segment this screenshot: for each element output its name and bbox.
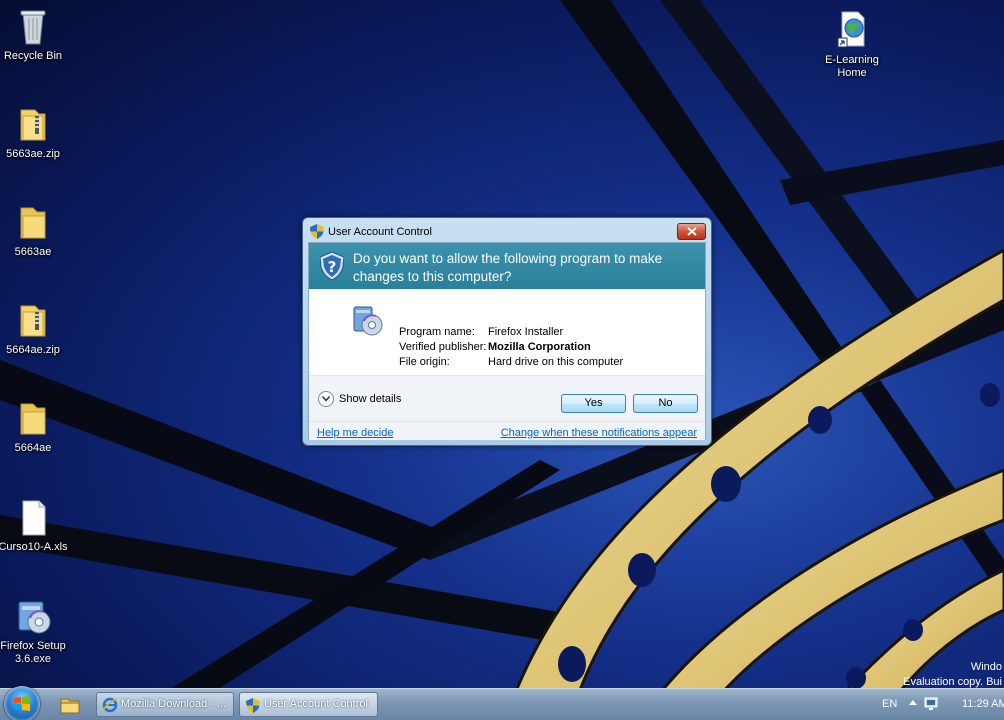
- uac-titlebar[interactable]: User Account Control: [303, 218, 711, 244]
- windows-explorer-icon[interactable]: [58, 694, 82, 716]
- uac-shield-icon: [246, 698, 260, 713]
- desktop-icon-5664ae-zip[interactable]: 5664ae.zip: [0, 300, 71, 357]
- uac-action-area: Show details Yes No: [309, 375, 705, 421]
- taskbar-item-mozilla-download[interactable]: Mozilla Download - ...: [96, 692, 234, 717]
- publisher-value: Mozilla Corporation: [488, 341, 591, 353]
- zip-folder-icon: [20, 109, 46, 141]
- help-me-decide-link[interactable]: Help me decide: [317, 427, 393, 439]
- program-name-value: Firefox Installer: [488, 326, 564, 338]
- file-origin-value: Hard drive on this computer: [488, 356, 624, 368]
- desktop-icon-recycle-bin[interactable]: Recycle Bin: [0, 6, 71, 63]
- show-hidden-icons-icon[interactable]: [908, 697, 918, 709]
- document-icon: [22, 500, 46, 536]
- taskbar-item-label: User Account Control: [264, 698, 368, 710]
- show-details-label: Show details: [339, 392, 402, 405]
- desktop-icon-5663ae-zip[interactable]: 5663ae.zip: [0, 104, 71, 161]
- desktop-icon-firefox-setup[interactable]: Firefox Setup 3.6.exe: [0, 596, 71, 666]
- uac-client-area: ? Do you want to allow the following pro…: [308, 242, 706, 440]
- show-details-toggle[interactable]: Show details: [318, 391, 401, 407]
- watermark-line-1: Windo: [970, 661, 1002, 673]
- internet-shortcut-icon: [837, 11, 865, 48]
- desktop-icon-curso10-xls[interactable]: Curso10-A.xls: [0, 497, 71, 554]
- program-name-row: Program name: Firefox Installer: [399, 326, 563, 338]
- program-name-label: Program name:: [399, 326, 475, 338]
- taskbar: Mozilla Download - ... User Account Cont…: [0, 686, 1004, 720]
- close-icon: [687, 227, 697, 236]
- uac-dialog: User Account Control ? Do you want to al…: [302, 217, 712, 446]
- uac-question-text: Do you want to allow the following progr…: [353, 251, 663, 284]
- folder-icon: [20, 207, 46, 239]
- desktop: Recycle Bin 5663ae.zip 5663ae 5664ae.zip…: [0, 0, 1004, 720]
- publisher-row: Verified publisher: Mozilla Corporation: [399, 341, 591, 353]
- folder-icon: [20, 403, 46, 435]
- uac-title: User Account Control: [328, 226, 432, 238]
- close-button[interactable]: [677, 223, 706, 240]
- network-icon[interactable]: [924, 697, 942, 711]
- file-origin-row: File origin: Hard drive on this computer: [399, 356, 623, 368]
- ie-icon: [102, 697, 118, 713]
- installer-icon: [353, 306, 383, 336]
- uac-question-banner: ? Do you want to allow the following pro…: [309, 243, 705, 289]
- uac-shield-icon: [310, 224, 324, 239]
- desktop-icon-5664ae[interactable]: 5664ae: [0, 398, 71, 455]
- taskbar-item-label: Mozilla Download - ...: [121, 698, 227, 710]
- zip-folder-icon: [20, 305, 46, 337]
- windows-logo-icon: [14, 696, 30, 711]
- recycle-bin-icon: [20, 10, 46, 45]
- no-button[interactable]: No: [633, 394, 698, 413]
- start-button[interactable]: [4, 686, 40, 720]
- evaluation-watermark: Windo Evaluation copy. Bui: [903, 660, 1002, 690]
- change-notifications-link[interactable]: Change when these notifications appear: [501, 427, 697, 439]
- security-shield-icon: ?: [320, 252, 344, 280]
- yes-button[interactable]: Yes: [561, 394, 626, 413]
- publisher-label: Verified publisher:: [399, 341, 487, 353]
- language-indicator[interactable]: EN: [882, 698, 897, 710]
- chevron-down-icon: [318, 391, 334, 407]
- file-origin-label: File origin:: [399, 356, 450, 368]
- desktop-icon-5663ae[interactable]: 5663ae: [0, 202, 71, 259]
- svg-text:?: ?: [328, 258, 337, 276]
- installer-icon: [18, 601, 51, 634]
- uac-links-bar: Help me decide Change when these notific…: [309, 421, 705, 440]
- taskbar-item-uac[interactable]: User Account Control: [239, 692, 378, 717]
- desktop-icon-elearning-home[interactable]: E-Learning Home: [814, 10, 890, 80]
- system-tray: EN 11:29 AM: [874, 689, 1004, 720]
- clock[interactable]: 11:29 AM: [962, 698, 1004, 710]
